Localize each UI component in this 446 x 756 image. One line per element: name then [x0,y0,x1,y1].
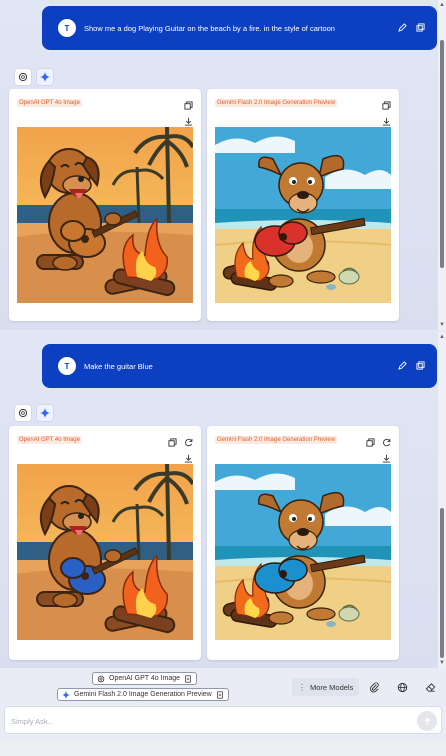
openai-model-tab[interactable] [14,404,32,422]
chat-pane-2: T Make the guitar Blue OpenAI GPT 4o Ima… [0,332,438,668]
chip-label: OpenAI GPT 4o Image [109,675,181,682]
generated-image[interactable] [17,464,193,640]
gemini-sparkle-icon [62,690,70,699]
daytime-dog-blue-guitar-image [215,464,391,640]
arrow-up-icon [424,717,430,725]
document-icon [185,674,191,683]
chip-label: Gemini Flash 2.0 Image Generation Previe… [74,691,212,698]
model-label: Gemini Flash 2.0 Image Generation Previe… [215,99,338,107]
user-message-bubble: T Show me a dog Playing Guitar on the be… [42,6,437,50]
clear-button[interactable] [420,678,440,696]
generated-image[interactable] [215,127,391,303]
more-models-button[interactable]: ⋮ More Models [292,678,360,696]
copy-icon[interactable] [416,357,425,375]
scrollbar[interactable]: ▲ ▼ [438,332,446,668]
model-label: Gemini Flash 2.0 Image Generation Previe… [215,436,338,444]
image-result-card: OpenAI GPT 4o Image [9,89,201,321]
image-result-card: Gemini Flash 2.0 Image Generation Previe… [207,89,399,321]
openai-icon [97,675,105,682]
scrollbar[interactable]: ▲ ▼ [438,0,446,330]
image-result-card: OpenAI GPT 4o Image [9,426,201,660]
generated-image[interactable] [17,127,193,303]
globe-icon [397,682,407,692]
edit-icon[interactable] [398,19,407,37]
more-models-label: More Models [310,682,354,692]
copy-icon[interactable] [168,434,177,452]
message-input[interactable] [11,713,411,729]
model-label: OpenAI GPT 4o Image [17,436,82,444]
sunset-dog-guitar-image [17,127,193,303]
selected-model-chip[interactable]: OpenAI GPT 4o Image [92,672,198,685]
window-bottom-bar [0,740,446,756]
attach-button[interactable] [364,678,384,696]
image-result-card: Gemini Flash 2.0 Image Generation Previe… [207,426,399,660]
daytime-dog-guitar-image [215,127,391,303]
kebab-icon: ⋮ [298,682,306,692]
gemini-model-tab[interactable] [36,404,54,422]
user-message-bubble: T Make the guitar Blue [42,344,437,388]
selected-model-chip[interactable]: Gemini Flash 2.0 Image Generation Previe… [57,688,229,701]
gemini-model-tab[interactable] [36,68,54,86]
document-icon [216,690,223,699]
user-prompt-text: Make the guitar Blue [84,361,153,371]
copy-icon[interactable] [366,434,375,452]
gemini-sparkle-icon [40,408,50,418]
openai-icon [18,72,28,82]
gemini-sparkle-icon [40,72,50,82]
paperclip-icon [369,681,379,692]
model-label: OpenAI GPT 4o Image [17,99,82,107]
send-button[interactable] [417,711,437,731]
user-avatar: T [58,19,76,37]
eraser-icon [425,682,435,692]
user-avatar: T [58,357,76,375]
user-prompt-text: Show me a dog Playing Guitar on the beac… [84,23,335,33]
message-input-container [4,706,442,734]
chat-pane-1: T Show me a dog Playing Guitar on the be… [0,0,438,330]
copy-icon[interactable] [416,19,425,37]
generated-image[interactable] [215,464,391,640]
web-search-button[interactable] [392,678,412,696]
edit-icon[interactable] [398,357,407,375]
openai-icon [18,408,28,418]
openai-model-tab[interactable] [14,68,32,86]
sunset-dog-blue-guitar-image [17,464,193,640]
